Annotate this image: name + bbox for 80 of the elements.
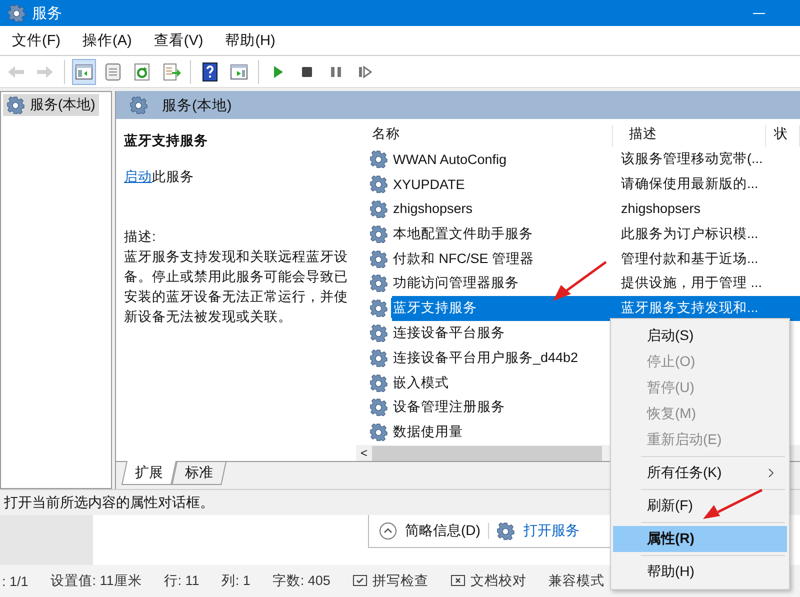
view-tab[interactable]: 标准: [172, 462, 226, 485]
scroll-left-arrow[interactable]: <: [356, 446, 372, 460]
service-name[interactable]: 功能访问管理器服务: [391, 273, 521, 294]
menu-item[interactable]: 文件(F): [12, 31, 61, 50]
document-x-icon: [450, 573, 466, 589]
column-header[interactable]: 状: [766, 125, 800, 147]
gear-icon: [370, 175, 388, 194]
column-header[interactable]: 描述: [613, 125, 766, 147]
service-name[interactable]: 嵌入模式: [391, 372, 451, 393]
status-item: 设置值: 11厘米: [50, 572, 142, 590]
gear-icon: [130, 96, 148, 114]
status-text: 打开当前所选内容的属性对话框。: [4, 494, 214, 512]
gear-icon: [370, 224, 388, 243]
refresh-icon: [132, 62, 152, 82]
menu-item[interactable]: 刷新(F): [613, 493, 787, 519]
help-icon: [200, 62, 220, 82]
status-item: 行: 11: [164, 572, 200, 590]
service-description: 提供设施，用于管理 ...: [620, 274, 764, 292]
gear-icon: [7, 96, 25, 114]
details-toggle[interactable]: 简略信息(D): [405, 522, 480, 540]
gear-icon: [370, 398, 388, 416]
gear-icon: [370, 374, 388, 392]
status-button[interactable]: 文档校对: [450, 572, 526, 590]
menu-item[interactable]: 启动(S): [613, 323, 787, 349]
service-description: 请确保使用最新版的...: [620, 175, 760, 194]
service-name[interactable]: WWAN AutoConfig: [391, 150, 509, 168]
document-icon: [103, 62, 123, 82]
status-item: 字数: 405: [272, 572, 330, 590]
open-services-link[interactable]: 打开服务: [523, 522, 580, 540]
status-item: 列: 1: [221, 572, 250, 590]
collapse-icon[interactable]: [379, 522, 397, 540]
service-name[interactable]: 设备管理注册服务: [391, 397, 507, 418]
service-name[interactable]: 连接设备平台用户服务_d44b2: [391, 348, 580, 368]
export-icon: [161, 62, 181, 82]
annotation-arrow: [703, 488, 763, 519]
description-label: 描述:: [124, 228, 157, 246]
service-name[interactable]: 本地配置文件助手服务: [391, 224, 535, 244]
view-tab[interactable]: 扩展: [121, 461, 177, 485]
gear-icon: [370, 324, 388, 342]
service-name[interactable]: 付款和 NFC/SE 管理器: [391, 248, 536, 269]
menu-item[interactable]: 帮助(H): [613, 559, 787, 585]
service-name[interactable]: 蓝牙支持服务: [391, 298, 479, 318]
service-description: 该服务管理移动宽带(...: [620, 150, 764, 168]
panel-title: 服务(本地): [162, 96, 232, 114]
service-name[interactable]: 连接设备平台服务: [391, 322, 507, 343]
description-text: 蓝牙服务支持发现和关联远程蓝牙设备。停止或禁用此服务可能会导致已安装的蓝牙设备无法正常运行，并使新设备无法被发现或关联。: [124, 248, 348, 326]
gear-icon: [370, 274, 388, 292]
gear-icon: [370, 150, 388, 168]
service-action: 启动此服务: [124, 168, 195, 186]
service-name[interactable]: zhigshopsers: [391, 200, 475, 218]
menu-item[interactable]: 所有任务(K): [613, 460, 787, 486]
gear-icon: [370, 299, 388, 318]
menu-item[interactable]: 查看(V): [154, 31, 204, 50]
tree-pane-icon: [74, 62, 94, 82]
window-title: 服务: [32, 4, 63, 22]
scrollbar-thumb[interactable]: [372, 446, 602, 461]
window-icon: [8, 4, 26, 22]
annotation-arrow: [553, 260, 607, 301]
window-icon: [229, 62, 249, 82]
service-description: zhigshopsers: [620, 200, 702, 218]
menu-item[interactable]: 操作(A): [82, 31, 132, 50]
gear-icon: [370, 250, 388, 268]
status-item: : 1/1: [2, 574, 28, 588]
service-description: 此服务为订户标识模...: [620, 224, 760, 243]
service-name[interactable]: 数据使用量: [391, 422, 465, 442]
gear-icon: [370, 423, 388, 442]
service-name[interactable]: XYUPDATE: [391, 176, 467, 193]
start-link[interactable]: 启动: [124, 169, 152, 184]
column-header[interactable]: 名称: [356, 125, 613, 147]
menu-item[interactable]: 帮助(H): [225, 31, 276, 50]
service-description: 管理付款和基于近场...: [620, 250, 760, 268]
tree-item[interactable]: 服务(本地): [3, 94, 100, 116]
check-icon: [352, 573, 368, 589]
status-button[interactable]: 拼写检查: [352, 572, 428, 590]
menu-item[interactable]: 属性(R): [613, 526, 787, 552]
gear-icon: [370, 348, 388, 367]
gear-icon: [370, 200, 388, 218]
service-title: 蓝牙支持服务: [124, 132, 209, 150]
gear-icon: [497, 522, 516, 540]
status-item: 兼容模式: [548, 572, 604, 590]
